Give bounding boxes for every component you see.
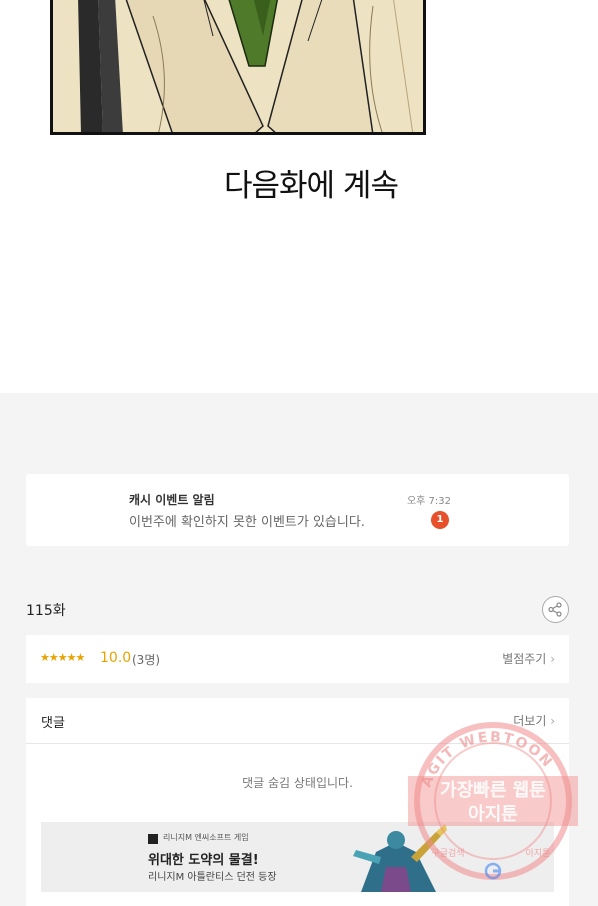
ad-brand: 리니지M 엔씨소프트 게임 xyxy=(163,833,249,842)
ad-title: 위대한 도약의 물결! xyxy=(148,853,259,868)
rating-count: (3명) xyxy=(132,653,161,667)
notification-title: 캐시 이벤트 알림 xyxy=(129,493,215,507)
ad-logo-icon xyxy=(148,834,158,844)
notification-badge: 1 xyxy=(431,511,449,529)
notification-body: 이번주에 확인하지 못한 이벤트가 있습니다. xyxy=(129,515,365,530)
chevron-right-icon: › xyxy=(550,714,555,728)
rating-score: 10.0 xyxy=(100,650,132,666)
comic-viewer: 다음화에 계속 xyxy=(0,0,598,393)
share-icon xyxy=(548,602,562,617)
ad-character-image xyxy=(353,824,447,892)
comments-more-label: 더보기 xyxy=(513,714,547,728)
ad-subtitle: 리니지M 아틀란티스 던전 등장 xyxy=(148,872,277,883)
comments-hidden-message: 댓글 숨김 상태입니다. xyxy=(242,776,353,790)
rate-button-label: 별점주기 xyxy=(502,652,547,666)
comments-section: 댓글 더보기 › 댓글 숨김 상태입니다. 리니지M 엔씨소프트 게임 위대한 … xyxy=(26,698,569,906)
ad-banner[interactable]: 리니지M 엔씨소프트 게임 위대한 도약의 물결! 리니지M 아틀란티스 던전 … xyxy=(41,822,554,892)
comic-panel-art xyxy=(53,0,423,132)
comments-more-button[interactable]: 더보기 › xyxy=(513,712,555,729)
rating-card: ★★★★★ 10.0 (3명) 별점주기 › xyxy=(26,635,569,683)
notification-time: 오후 7:32 xyxy=(406,496,451,507)
to-be-continued-text: 다음화에 계속 xyxy=(224,168,399,204)
rating-stars-icon: ★★★★★ xyxy=(40,651,85,664)
chevron-right-icon: › xyxy=(550,652,555,666)
rate-button[interactable]: 별점주기 › xyxy=(502,650,555,667)
share-button[interactable] xyxy=(542,596,569,623)
comments-title: 댓글 xyxy=(41,716,65,731)
episode-label: 115화 xyxy=(26,603,66,619)
notification-card[interactable]: 캐시 이벤트 알림 이번주에 확인하지 못한 이벤트가 있습니다. 오후 7:3… xyxy=(26,474,569,546)
comic-panel xyxy=(50,0,426,135)
comments-header: 댓글 더보기 › xyxy=(26,698,569,744)
